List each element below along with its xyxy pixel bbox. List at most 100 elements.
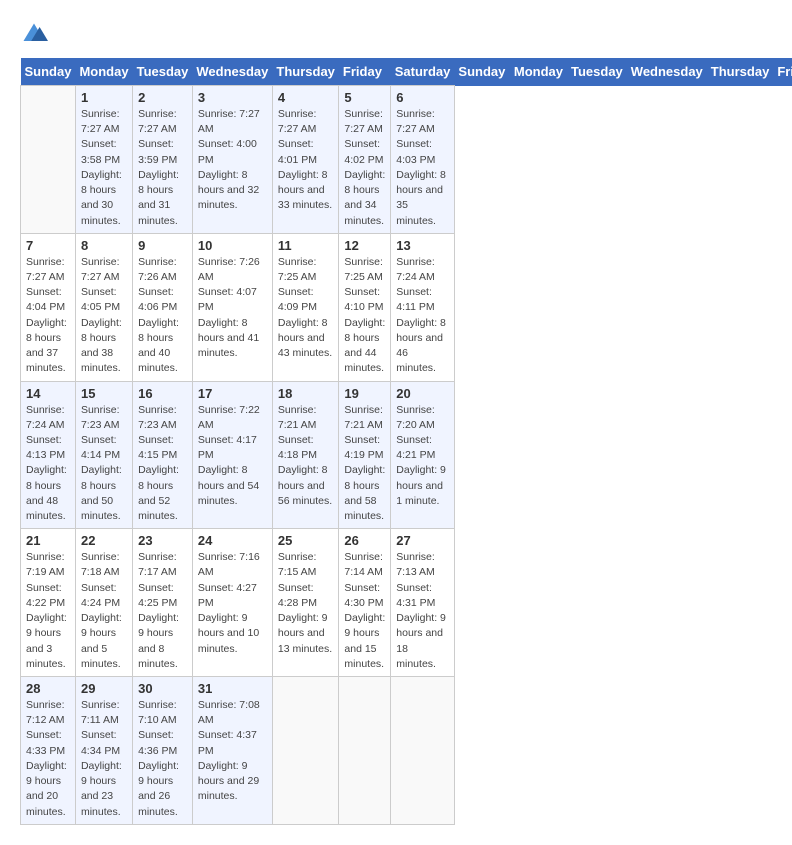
- calendar-cell: 18 Sunrise: 7:21 AMSunset: 4:18 PMDayligh…: [272, 381, 339, 529]
- day-number: 22: [81, 533, 127, 548]
- day-number: 8: [81, 238, 127, 253]
- day-info: Sunrise: 7:27 AMSunset: 4:00 PMDaylight:…: [198, 107, 267, 214]
- calendar-cell: 11 Sunrise: 7:25 AMSunset: 4:09 PMDayligh…: [272, 233, 339, 381]
- calendar-cell: 22Sunrise: 7:18 AMSunset: 4:24 PMDayligh…: [75, 529, 132, 677]
- day-info: Sunrise: 7:14 AMSunset: 4:30 PMDaylight:…: [344, 550, 385, 672]
- calendar-cell: [272, 677, 339, 825]
- day-info: Sunrise: 7:25 AMSunset: 4:09 PMDaylight:…: [278, 255, 334, 362]
- calendar-cell: 1Sunrise: 7:27 AMSunset: 3:58 PMDaylight…: [75, 86, 132, 234]
- day-number: 20: [396, 386, 449, 401]
- day-info: Sunrise: 7:27 AMSunset: 4:04 PMDaylight:…: [26, 255, 70, 377]
- day-info: Sunrise: 7:26 AMSunset: 4:06 PMDaylight:…: [138, 255, 187, 377]
- day-number: 2: [138, 90, 187, 105]
- header-day-tuesday: Tuesday: [133, 58, 193, 86]
- day-info: Sunrise: 7:21 AMSunset: 4:18 PMDaylight:…: [278, 403, 334, 510]
- day-info: Sunrise: 7:17 AMSunset: 4:25 PMDaylight:…: [138, 550, 187, 672]
- day-number: 15: [81, 386, 127, 401]
- day-info: Sunrise: 7:12 AMSunset: 4:33 PMDaylight:…: [26, 698, 70, 820]
- day-number: 6: [396, 90, 449, 105]
- logo: [20, 20, 52, 48]
- header-day-wednesday: Wednesday: [627, 58, 707, 86]
- day-number: 31: [198, 681, 267, 696]
- calendar-cell: [21, 86, 76, 234]
- header-day-wednesday: Wednesday: [192, 58, 272, 86]
- day-number: 30: [138, 681, 187, 696]
- day-info: Sunrise: 7:26 AMSunset: 4:07 PMDaylight:…: [198, 255, 267, 362]
- day-info: Sunrise: 7:27 AMSunset: 3:58 PMDaylight:…: [81, 107, 127, 229]
- day-number: 17: [198, 386, 267, 401]
- day-info: Sunrise: 7:16 AMSunset: 4:27 PMDaylight:…: [198, 550, 267, 657]
- calendar-cell: 2 Sunrise: 7:27 AMSunset: 3:59 PMDaylight…: [133, 86, 193, 234]
- calendar-cell: 26 Sunrise: 7:14 AMSunset: 4:30 PMDayligh…: [339, 529, 391, 677]
- calendar-cell: [391, 677, 455, 825]
- calendar-week-4: 21Sunrise: 7:19 AMSunset: 4:22 PMDayligh…: [21, 529, 792, 677]
- calendar-cell: 28 Sunrise: 7:12 AMSunset: 4:33 PMDayligh…: [21, 677, 76, 825]
- header-day-monday: Monday: [75, 58, 132, 86]
- calendar-cell: 3 Sunrise: 7:27 AMSunset: 4:00 PMDaylight…: [192, 86, 272, 234]
- header-day-monday: Monday: [510, 58, 567, 86]
- calendar-cell: 31 Sunrise: 7:08 AMSunset: 4:37 PMDayligh…: [192, 677, 272, 825]
- header-day-tuesday: Tuesday: [567, 58, 627, 86]
- logo-icon: [20, 20, 48, 48]
- day-info: Sunrise: 7:22 AMSunset: 4:17 PMDaylight:…: [198, 403, 267, 510]
- day-number: 3: [198, 90, 267, 105]
- day-number: 26: [344, 533, 385, 548]
- calendar-cell: 13 Sunrise: 7:24 AMSunset: 4:11 PMDayligh…: [391, 233, 455, 381]
- day-number: 28: [26, 681, 70, 696]
- day-info: Sunrise: 7:27 AMSunset: 3:59 PMDaylight:…: [138, 107, 187, 229]
- calendar-cell: 19Sunrise: 7:21 AMSunset: 4:19 PMDayligh…: [339, 381, 391, 529]
- calendar-week-5: 28 Sunrise: 7:12 AMSunset: 4:33 PMDayligh…: [21, 677, 792, 825]
- day-info: Sunrise: 7:20 AMSunset: 4:21 PMDaylight:…: [396, 403, 449, 510]
- calendar-cell: 6Sunrise: 7:27 AMSunset: 4:03 PMDaylight…: [391, 86, 455, 234]
- calendar-cell: 25Sunrise: 7:15 AMSunset: 4:28 PMDayligh…: [272, 529, 339, 677]
- day-number: 13: [396, 238, 449, 253]
- calendar-cell: 7 Sunrise: 7:27 AMSunset: 4:04 PMDaylight…: [21, 233, 76, 381]
- calendar-cell: 24 Sunrise: 7:16 AMSunset: 4:27 PMDayligh…: [192, 529, 272, 677]
- calendar-cell: 29 Sunrise: 7:11 AMSunset: 4:34 PMDayligh…: [75, 677, 132, 825]
- day-info: Sunrise: 7:24 AMSunset: 4:13 PMDaylight:…: [26, 403, 70, 525]
- day-info: Sunrise: 7:13 AMSunset: 4:31 PMDaylight:…: [396, 550, 449, 672]
- calendar-cell: 12Sunrise: 7:25 AMSunset: 4:10 PMDayligh…: [339, 233, 391, 381]
- calendar-cell: 10 Sunrise: 7:26 AMSunset: 4:07 PMDayligh…: [192, 233, 272, 381]
- calendar-cell: [339, 677, 391, 825]
- day-number: 27: [396, 533, 449, 548]
- page-header: [20, 20, 772, 48]
- day-info: Sunrise: 7:25 AMSunset: 4:10 PMDaylight:…: [344, 255, 385, 377]
- header-day-sunday: Sunday: [21, 58, 76, 86]
- day-number: 23: [138, 533, 187, 548]
- day-info: Sunrise: 7:23 AMSunset: 4:14 PMDaylight:…: [81, 403, 127, 525]
- calendar-cell: 5Sunrise: 7:27 AMSunset: 4:02 PMDaylight…: [339, 86, 391, 234]
- day-number: 11: [278, 238, 334, 253]
- day-number: 5: [344, 90, 385, 105]
- day-info: Sunrise: 7:24 AMSunset: 4:11 PMDaylight:…: [396, 255, 449, 377]
- header-day-sunday: Sunday: [454, 58, 509, 86]
- day-number: 16: [138, 386, 187, 401]
- header-day-friday: Friday: [339, 58, 391, 86]
- day-number: 14: [26, 386, 70, 401]
- calendar-cell: 23 Sunrise: 7:17 AMSunset: 4:25 PMDayligh…: [133, 529, 193, 677]
- day-info: Sunrise: 7:08 AMSunset: 4:37 PMDaylight:…: [198, 698, 267, 805]
- day-info: Sunrise: 7:27 AMSunset: 4:01 PMDaylight:…: [278, 107, 334, 214]
- day-number: 4: [278, 90, 334, 105]
- header-day-thursday: Thursday: [707, 58, 774, 86]
- day-info: Sunrise: 7:21 AMSunset: 4:19 PMDaylight:…: [344, 403, 385, 525]
- day-number: 21: [26, 533, 70, 548]
- day-number: 24: [198, 533, 267, 548]
- header-day-friday: Friday: [773, 58, 792, 86]
- day-number: 10: [198, 238, 267, 253]
- calendar-table: SundayMondayTuesdayWednesdayThursdayFrid…: [20, 58, 792, 825]
- calendar-cell: 30Sunrise: 7:10 AMSunset: 4:36 PMDayligh…: [133, 677, 193, 825]
- calendar-cell: 16Sunrise: 7:23 AMSunset: 4:15 PMDayligh…: [133, 381, 193, 529]
- header-day-saturday: Saturday: [391, 58, 455, 86]
- day-number: 18: [278, 386, 334, 401]
- calendar-header-row: SundayMondayTuesdayWednesdayThursdayFrid…: [21, 58, 792, 86]
- calendar-cell: 15 Sunrise: 7:23 AMSunset: 4:14 PMDayligh…: [75, 381, 132, 529]
- day-number: 7: [26, 238, 70, 253]
- day-info: Sunrise: 7:15 AMSunset: 4:28 PMDaylight:…: [278, 550, 334, 657]
- calendar-cell: 8 Sunrise: 7:27 AMSunset: 4:05 PMDaylight…: [75, 233, 132, 381]
- day-info: Sunrise: 7:11 AMSunset: 4:34 PMDaylight:…: [81, 698, 127, 820]
- day-info: Sunrise: 7:27 AMSunset: 4:05 PMDaylight:…: [81, 255, 127, 377]
- calendar-cell: 14 Sunrise: 7:24 AMSunset: 4:13 PMDayligh…: [21, 381, 76, 529]
- calendar-cell: 20 Sunrise: 7:20 AMSunset: 4:21 PMDayligh…: [391, 381, 455, 529]
- day-number: 29: [81, 681, 127, 696]
